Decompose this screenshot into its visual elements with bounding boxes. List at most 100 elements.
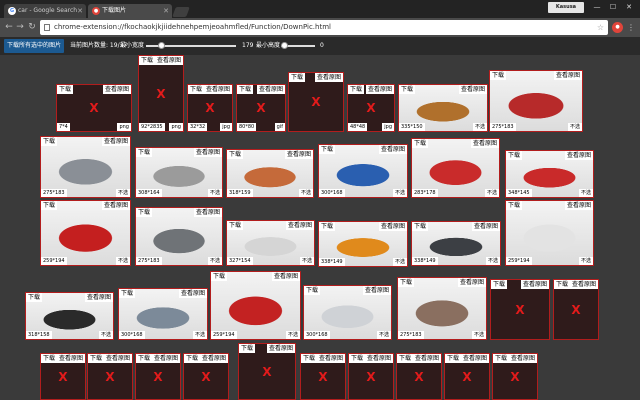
- view-original-button[interactable]: 查看原图: [266, 344, 295, 353]
- view-original-button[interactable]: 查看原图: [151, 354, 180, 363]
- download-button[interactable]: 下载: [211, 272, 228, 281]
- tab-download-images[interactable]: ● 下载图片 ✕: [88, 4, 172, 18]
- image-card[interactable]: 下载 查看原图 275*183 不选: [40, 136, 131, 198]
- deselect-button[interactable]: 不选: [392, 258, 407, 266]
- view-original-button[interactable]: 查看原图: [284, 150, 313, 159]
- deselect-button[interactable]: 不选: [567, 123, 582, 131]
- maximize-icon[interactable]: ☐: [606, 1, 620, 13]
- view-original-button[interactable]: 查看原图: [193, 208, 222, 217]
- new-tab-button[interactable]: [172, 7, 190, 17]
- image-card[interactable]: X 下载 查看原图: [492, 353, 538, 400]
- deselect-button[interactable]: 不选: [115, 189, 130, 197]
- image-card[interactable]: X 下载 查看原图 32*32 jpg: [187, 84, 233, 132]
- download-button[interactable]: 下载: [289, 73, 306, 82]
- download-button[interactable]: 下载: [412, 139, 429, 148]
- view-original-button[interactable]: 查看原图: [412, 354, 441, 363]
- download-button[interactable]: 下载: [237, 85, 254, 94]
- deselect-button[interactable]: 不选: [376, 331, 391, 339]
- view-original-button[interactable]: 查看原图: [457, 278, 486, 287]
- view-original-button[interactable]: 查看原图: [564, 151, 593, 160]
- image-card[interactable]: 下载 查看原图 338*149 不选: [318, 221, 408, 267]
- deselect-button[interactable]: 不选: [192, 331, 207, 339]
- download-button[interactable]: 下载: [554, 280, 571, 289]
- view-original-button[interactable]: 查看原图: [203, 85, 232, 94]
- download-button[interactable]: 下载: [239, 344, 256, 353]
- download-button[interactable]: 下载: [139, 56, 156, 65]
- view-original-button[interactable]: 查看原图: [378, 222, 407, 231]
- download-button[interactable]: 下载: [397, 354, 414, 363]
- view-original-button[interactable]: 查看原图: [460, 354, 489, 363]
- download-button[interactable]: 下载: [506, 201, 523, 210]
- download-button[interactable]: 下载: [301, 354, 318, 363]
- download-button[interactable]: 下载: [41, 137, 58, 146]
- view-original-button[interactable]: 查看原图: [564, 201, 593, 210]
- download-button[interactable]: 下载: [445, 354, 462, 363]
- image-card[interactable]: 下载 查看原图 335*150 不选: [398, 84, 488, 132]
- download-button[interactable]: 下载: [26, 293, 43, 302]
- minimize-icon[interactable]: —: [590, 1, 604, 13]
- deselect-button[interactable]: 不选: [578, 257, 593, 265]
- view-original-button[interactable]: 查看原图: [458, 85, 487, 94]
- deselect-button[interactable]: 不选: [207, 257, 222, 265]
- view-original-button[interactable]: 查看原图: [199, 354, 228, 363]
- close-window-icon[interactable]: ✕: [622, 1, 636, 13]
- download-button[interactable]: 下载: [188, 85, 205, 94]
- view-original-button[interactable]: 查看原图: [56, 354, 85, 363]
- image-card[interactable]: X 下载 查看原图: [553, 279, 599, 340]
- download-button[interactable]: 下载: [490, 71, 507, 80]
- deselect-button[interactable]: 不选: [298, 189, 313, 197]
- download-button[interactable]: 下载: [57, 85, 74, 94]
- image-card[interactable]: X 下载 查看原图: [87, 353, 133, 400]
- deselect-button[interactable]: 不选: [484, 189, 499, 197]
- image-card[interactable]: X 下载 查看原图 7*4 png: [56, 84, 132, 132]
- download-button[interactable]: 下载: [399, 85, 416, 94]
- view-original-button[interactable]: 查看原图: [271, 272, 300, 281]
- view-original-button[interactable]: 查看原图: [471, 222, 500, 231]
- download-button[interactable]: 下载: [41, 354, 58, 363]
- view-original-button[interactable]: 查看原图: [256, 85, 285, 94]
- min-height-slider-handle[interactable]: [281, 42, 288, 49]
- address-bar[interactable]: chrome-extension://fkochaokjkjiidehnehpe…: [40, 20, 608, 35]
- download-button[interactable]: 下载: [491, 280, 508, 289]
- image-card[interactable]: X 下载 查看原图: [288, 72, 344, 132]
- image-card[interactable]: 下载 查看原图 300*168 不选: [303, 285, 392, 340]
- image-card[interactable]: X 下载 查看原图: [135, 353, 181, 400]
- view-original-button[interactable]: 查看原图: [101, 201, 130, 210]
- image-card[interactable]: 下载 查看原图 275*183 不选: [489, 70, 583, 132]
- view-original-button[interactable]: 查看原图: [520, 280, 549, 289]
- deselect-button[interactable]: 不选: [472, 123, 487, 131]
- image-card[interactable]: X 下载 查看原图: [490, 279, 550, 340]
- view-original-button[interactable]: 查看原图: [364, 354, 393, 363]
- image-card[interactable]: X 下载 查看原图: [238, 343, 296, 400]
- download-button[interactable]: 下载: [227, 150, 244, 159]
- image-card[interactable]: 下载 查看原图 318*159 不选: [226, 149, 314, 198]
- deselect-button[interactable]: 不选: [98, 331, 113, 339]
- view-original-button[interactable]: 查看原图: [553, 71, 582, 80]
- deselect-button[interactable]: 不选: [299, 257, 314, 265]
- bookmark-star-icon[interactable]: ☆: [597, 20, 604, 35]
- download-button[interactable]: 下载: [398, 278, 415, 287]
- view-original-button[interactable]: 查看原图: [378, 145, 407, 154]
- image-card[interactable]: 下载 查看原图 300*168 不选: [118, 288, 208, 340]
- tab-google-search[interactable]: G car - Google Search ✕: [4, 4, 86, 18]
- download-button[interactable]: 下载: [506, 151, 523, 160]
- view-original-button[interactable]: 查看原图: [193, 148, 222, 157]
- image-card[interactable]: 下载 查看原图 259*194 不选: [40, 200, 131, 266]
- view-original-button[interactable]: 查看原图: [154, 56, 183, 65]
- download-button[interactable]: 下载: [184, 354, 201, 363]
- deselect-button[interactable]: 不选: [485, 257, 500, 265]
- image-card[interactable]: 下载 查看原图 275*183 不选: [397, 277, 487, 340]
- download-button[interactable]: 下载: [136, 148, 153, 157]
- image-card[interactable]: 下载 查看原图 259*194 不选: [505, 200, 594, 266]
- image-card[interactable]: 下载 查看原图 308*164 不选: [135, 147, 223, 198]
- deselect-button[interactable]: 不选: [285, 331, 300, 339]
- min-width-slider-handle[interactable]: [158, 42, 165, 49]
- view-original-button[interactable]: 查看原图: [365, 85, 394, 94]
- extension-icon[interactable]: ●: [612, 22, 623, 33]
- image-card[interactable]: 下载 查看原图 283*178 不选: [411, 138, 500, 198]
- download-button[interactable]: 下载: [119, 289, 136, 298]
- view-original-button[interactable]: 查看原图: [178, 289, 207, 298]
- image-card[interactable]: 下载 查看原图 259*194 不选: [210, 271, 301, 340]
- view-original-button[interactable]: 查看原图: [569, 280, 598, 289]
- download-button[interactable]: 下载: [88, 354, 105, 363]
